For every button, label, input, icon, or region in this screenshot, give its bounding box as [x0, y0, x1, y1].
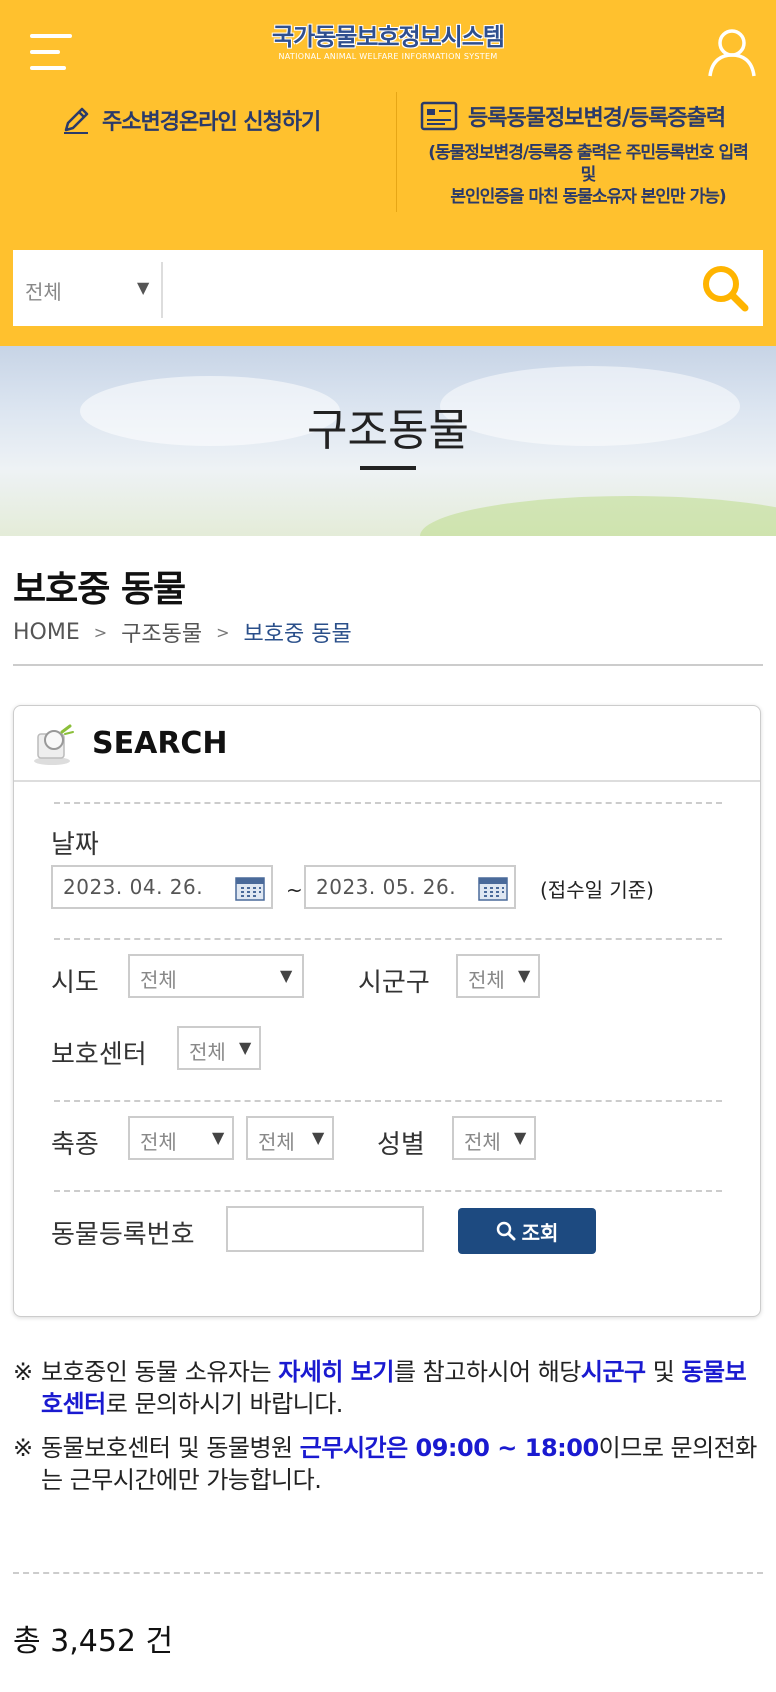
search-panel: SEARCH 날짜 2023. 04. 26. ~ 2023. 05. 26. …	[13, 705, 761, 1317]
calendar-icon[interactable]	[478, 875, 508, 901]
breadcrumb-home[interactable]: HOME	[13, 620, 80, 645]
date-to-value: 2023. 05. 26.	[316, 875, 457, 899]
species-select-primary[interactable]: 전체 ▼	[128, 1116, 234, 1160]
divider	[13, 1572, 763, 1574]
global-search-bar: 전체 ▼	[13, 250, 763, 326]
center-select[interactable]: 전체 ▼	[177, 1026, 261, 1070]
menu-icon[interactable]	[30, 32, 72, 74]
reg-info-link[interactable]: 등록동물정보변경/등록증출력 (동물정보변경/등록증 출력은 주민등록번호 입력…	[420, 100, 756, 208]
breadcrumb: HOME > 구조동물 > 보호중 동물	[13, 616, 352, 648]
breadcrumb-current[interactable]: 보호중 동물	[244, 616, 352, 648]
search-panel-header: SEARCH	[14, 706, 760, 782]
note-mark: ※	[13, 1358, 33, 1386]
reg-info-label: 등록동물정보변경/등록증출력	[468, 106, 726, 131]
chevron-down-icon: ▼	[514, 1128, 527, 1147]
sido-label: 시도	[51, 968, 99, 998]
reg-no-label: 동물등록번호	[51, 1220, 195, 1250]
divider	[54, 938, 722, 940]
sido-value: 전체	[140, 968, 177, 992]
search-icon[interactable]	[699, 262, 751, 314]
search-category-value: 전체	[25, 280, 62, 304]
banner-title: 구조동물	[307, 405, 469, 456]
chevron-right-icon: >	[216, 622, 230, 642]
gender-value: 전체	[464, 1130, 501, 1154]
center-label: 보호센터	[51, 1040, 147, 1070]
chevron-right-icon: >	[93, 622, 108, 642]
reg-no-input[interactable]	[226, 1206, 424, 1252]
calendar-icon[interactable]	[235, 875, 265, 901]
magnifier-illustration-icon	[34, 724, 74, 765]
address-change-label: 주소변경온라인 신청하기	[102, 110, 321, 135]
date-from-field[interactable]: 2023. 04. 26.	[51, 865, 273, 909]
logo-text: 국가동물보호정보시스템	[272, 23, 505, 51]
gender-select[interactable]: 전체 ▼	[452, 1116, 536, 1160]
divider	[54, 802, 722, 804]
divider	[13, 664, 763, 666]
header-divider	[396, 92, 397, 212]
notice-highlight: 근무시간은 09:00 ~ 18:00	[299, 1434, 599, 1462]
chevron-down-icon: ▼	[518, 966, 531, 985]
chevron-down-icon: ▼	[280, 966, 293, 985]
species-value-primary: 전체	[140, 1130, 177, 1154]
divider	[54, 1100, 722, 1102]
chevron-down-icon: ▼	[239, 1038, 252, 1057]
chevron-down-icon: ▼	[137, 278, 150, 297]
divider	[54, 1190, 722, 1192]
species-label: 축종	[51, 1130, 99, 1160]
pencil-icon	[64, 107, 89, 134]
date-to-field[interactable]: 2023. 05. 26.	[304, 865, 516, 909]
reg-info-note: (동물정보변경/등록증 출력은 주민등록번호 입력 및 본인인증을 마친 동물소…	[428, 143, 749, 207]
breadcrumb-section[interactable]: 구조동물	[121, 616, 202, 648]
sigungu-select[interactable]: 전체 ▼	[456, 954, 540, 998]
page-title: 보호중 동물	[13, 569, 186, 610]
date-from-value: 2023. 04. 26.	[63, 875, 204, 899]
notice-owner-contact: ※ 보호중인 동물 소유자는 자세히 보기를 참고하시어 해당시군구 및 동물보…	[13, 1358, 747, 1418]
query-button-label: 조회	[521, 1220, 559, 1245]
section-banner: 구조동물	[0, 346, 776, 536]
search-category-select[interactable]: 전체 ▼	[13, 262, 163, 318]
detail-view-link[interactable]: 자세히 보기	[278, 1358, 394, 1386]
document-icon	[420, 101, 458, 131]
search-icon	[496, 1221, 516, 1241]
notice-highlight: 시군구	[580, 1358, 646, 1386]
center-value: 전체	[189, 1040, 226, 1064]
banner-underline	[360, 466, 416, 470]
user-icon[interactable]	[706, 26, 758, 78]
date-label: 날짜	[51, 830, 99, 860]
search-input[interactable]	[178, 264, 698, 312]
sigungu-value: 전체	[468, 968, 505, 992]
site-header: 국가동물보호정보시스템 NATIONAL ANIMAL WELFARE INFO…	[0, 0, 776, 346]
date-separator: ~	[286, 878, 303, 902]
logo-subtext: NATIONAL ANIMAL WELFARE INFORMATION SYST…	[278, 52, 498, 61]
notice-working-hours: ※ 동물보호센터 및 동물병원 근무시간은 09:00 ~ 18:00이므로 문…	[13, 1434, 757, 1494]
chevron-down-icon: ▼	[312, 1128, 325, 1147]
search-panel-title: SEARCH	[92, 726, 228, 761]
note-mark: ※	[13, 1434, 33, 1462]
sido-select[interactable]: 전체 ▼	[128, 954, 304, 998]
chevron-down-icon: ▼	[212, 1128, 225, 1147]
date-note: (접수일 기준)	[540, 878, 654, 902]
address-change-link[interactable]: 주소변경온라인 신청하기	[60, 100, 380, 140]
species-value-secondary: 전체	[258, 1130, 295, 1154]
sigungu-label: 시군구	[358, 968, 430, 998]
gender-label: 성별	[377, 1130, 425, 1160]
species-select-secondary[interactable]: 전체 ▼	[246, 1116, 334, 1160]
site-logo[interactable]: 국가동물보호정보시스템 NATIONAL ANIMAL WELFARE INFO…	[272, 22, 505, 66]
total-count: 총 3,452 건	[13, 1624, 174, 1659]
query-button[interactable]: 조회	[458, 1208, 596, 1254]
